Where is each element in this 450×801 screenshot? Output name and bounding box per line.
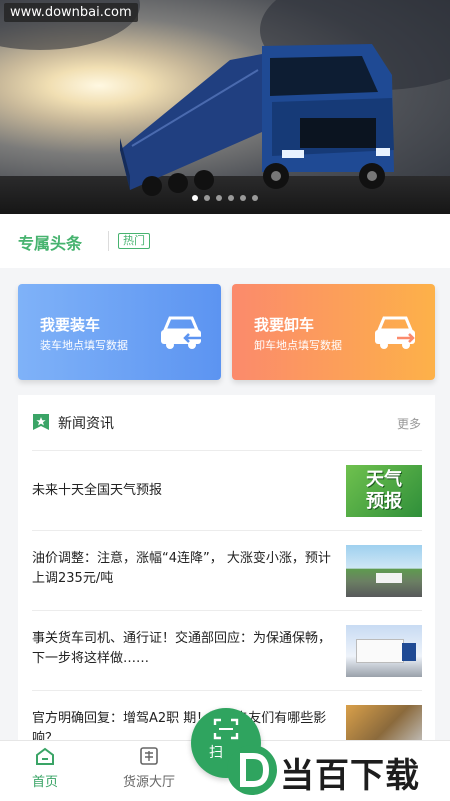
headline-bar[interactable]: 专属头条 热门 [0,214,450,268]
news-item-title: 油价调整：注意，涨幅“4连降”， 大涨变小涨，预计上调235元/吨 [32,551,331,586]
carousel-dot[interactable] [228,195,234,201]
star-flag-icon [33,414,49,430]
carousel-dot[interactable] [252,195,258,201]
news-header: 新闻资讯 更多 [18,395,435,450]
load-subtitle: 装车地点填写数据 [40,339,128,352]
watermark-text: www.downbai.com [4,3,138,22]
truck-thumb-shape [356,639,404,663]
weather-forecast-thumb-text: 天气 预报 [346,469,422,513]
truck-unload-icon [375,316,415,349]
news-item[interactable]: 油价调整：注意，涨幅“4连降”， 大涨变小涨，预计上调235元/吨 [32,530,422,611]
carousel-indicator[interactable] [0,195,450,201]
news-thumbnail [346,545,422,597]
cargo-list-icon [140,747,158,765]
banner-carousel[interactable]: www.downbai.com [0,0,450,214]
load-truck-button[interactable]: 我要装车 装车地点填写数据 [18,284,221,380]
thumb-text: 天气 预报 [366,469,402,512]
news-section: 新闻资讯 更多 未来十天全国天气预报 天气 预报 油价调整：注意，涨幅“4连降”… [18,395,435,750]
load-title: 我要装车 [40,316,101,334]
logo-text: 当百下载 [280,756,420,796]
carousel-dot[interactable] [216,195,222,201]
home-icon [36,747,54,765]
tab-home[interactable]: 首页 [0,747,90,790]
headline-divider [108,231,109,251]
news-item[interactable]: 事关货车司机、通行证！交通部回应：为保通保畅，下一步将这样做…… [32,610,422,691]
news-title: 新闻资讯 [58,416,114,432]
news-item-title: 未来十天全国天气预报 [32,483,163,498]
carousel-dot[interactable] [192,195,198,201]
scan-label: 扫 [209,745,223,761]
site-logo-watermark: 当百下载 [222,740,450,800]
truck-thumb-cab [402,643,416,661]
carousel-dot[interactable] [240,195,246,201]
carousel-dot[interactable] [204,195,210,201]
truck-load-icon [161,316,201,349]
scan-icon [213,718,239,740]
unload-truck-button[interactable]: 我要卸车 卸车地点填写数据 [232,284,435,380]
unload-subtitle: 卸车地点填写数据 [254,339,342,352]
tab-cargo-hall[interactable]: 货源大厅 [104,747,194,790]
tab-cargo-label: 货源大厅 [122,775,175,790]
unload-title: 我要卸车 [254,316,315,334]
hot-badge: 热门 [118,233,150,249]
tab-home-label: 首页 [31,775,58,790]
news-thumbnail: 天气 预报 [346,465,422,517]
news-item-title: 事关货车司机、通行证！交通部回应：为保通保畅，下一步将这样做…… [32,631,332,666]
logo-d-icon [227,745,277,795]
news-more-link[interactable]: 更多 [397,415,421,432]
truck-image [120,44,394,196]
news-item[interactable]: 未来十天全国天气预报 天气 预报 [32,450,422,531]
news-thumbnail [346,625,422,677]
headline-title: 专属头条 [18,234,83,253]
truck-thumb-shape [376,573,402,583]
